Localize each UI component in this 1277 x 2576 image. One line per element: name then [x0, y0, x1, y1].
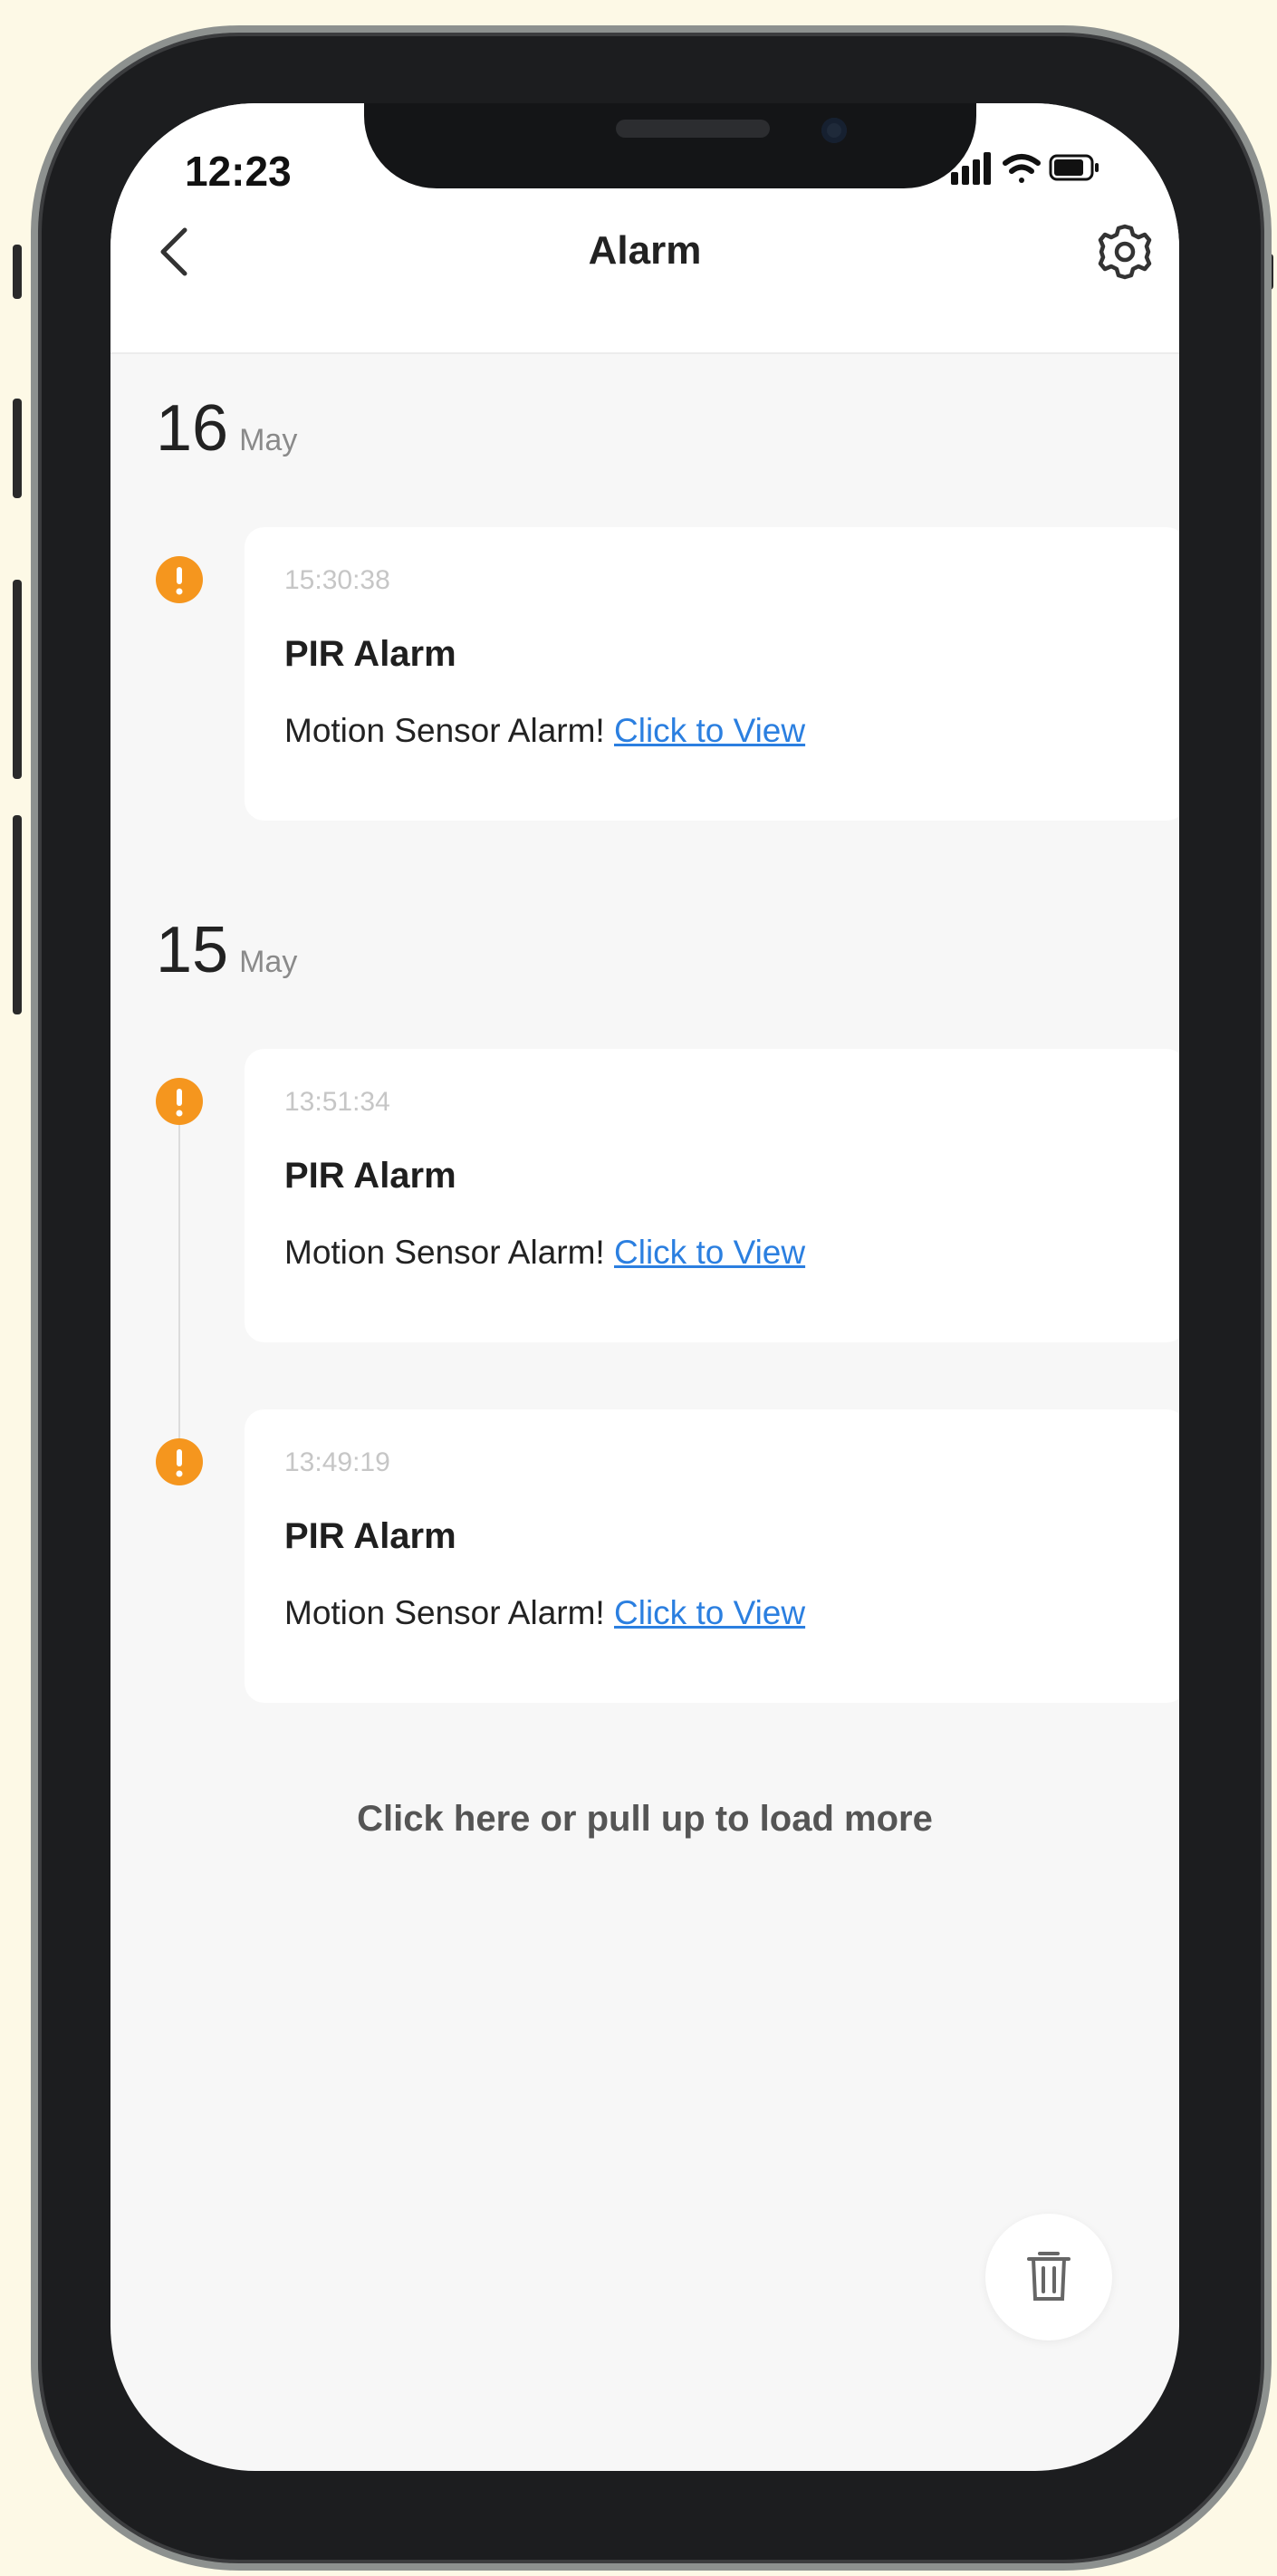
alarm-title: PIR Alarm — [284, 1156, 456, 1196]
alarm-message-text: Motion Sensor Alarm! — [284, 1234, 605, 1271]
alarm-time: 15:30:38 — [284, 565, 390, 595]
alarm-time: 13:49:19 — [284, 1447, 390, 1477]
gear-icon — [1098, 224, 1152, 280]
date-day: 15 — [156, 914, 229, 986]
signal-icon — [951, 152, 991, 185]
alarm-card[interactable]: 13:51:34 PIR Alarm Motion Sensor Alarm! … — [245, 1049, 1179, 1342]
alarm-card[interactable]: 15:30:38 PIR Alarm Motion Sensor Alarm! … — [245, 527, 1179, 821]
alarm-time: 13:51:34 — [284, 1087, 390, 1117]
date-day: 16 — [156, 392, 229, 465]
delete-button[interactable] — [985, 2214, 1112, 2341]
wifi-icon — [1003, 154, 1041, 183]
alarm-message: Motion Sensor Alarm! Click to View — [284, 1234, 805, 1272]
timeline-line — [178, 1100, 180, 1480]
click-to-view-link[interactable]: Click to View — [614, 712, 805, 749]
status-icons — [951, 149, 1105, 193]
date-header: 16 May — [156, 391, 297, 466]
speaker-grille — [616, 120, 770, 138]
page-title: Alarm — [588, 228, 702, 273]
phone-volume-up — [13, 399, 22, 498]
date-header: 15 May — [156, 913, 297, 987]
phone-frame: 12:23 Alarm 16 May 15:30:38 PIR Alarm Mo… — [31, 25, 1272, 2571]
battery-icon — [1049, 154, 1099, 181]
load-more-button[interactable]: Click here or pull up to load more — [110, 1799, 1179, 1840]
date-month: May — [239, 945, 298, 979]
front-camera — [821, 118, 847, 143]
alarm-message-text: Motion Sensor Alarm! — [284, 712, 605, 749]
alarm-message: Motion Sensor Alarm! Click to View — [284, 712, 805, 750]
notch — [364, 103, 976, 188]
alarm-message: Motion Sensor Alarm! Click to View — [284, 1594, 805, 1632]
trash-icon — [1027, 2252, 1071, 2301]
exclamation-circle-icon — [156, 1438, 203, 1485]
alarm-message-text: Motion Sensor Alarm! — [284, 1594, 605, 1631]
alarm-title: PIR Alarm — [284, 634, 456, 674]
exclamation-circle-icon — [156, 556, 203, 603]
app-screen: 12:23 Alarm 16 May 15:30:38 PIR Alarm Mo… — [110, 103, 1179, 2471]
exclamation-circle-icon — [156, 1078, 203, 1125]
alarm-card[interactable]: 13:49:19 PIR Alarm Motion Sensor Alarm! … — [245, 1409, 1179, 1703]
settings-button[interactable] — [1089, 216, 1161, 288]
phone-volume-down-2 — [13, 815, 22, 1014]
alarm-title: PIR Alarm — [284, 1516, 456, 1556]
phone-silent-switch — [13, 245, 22, 299]
top-bar: 12:23 Alarm — [110, 103, 1179, 354]
click-to-view-link[interactable]: Click to View — [614, 1594, 805, 1631]
date-month: May — [239, 423, 298, 457]
status-time: 12:23 — [185, 148, 292, 195]
click-to-view-link[interactable]: Click to View — [614, 1234, 805, 1271]
phone-volume-down — [13, 580, 22, 779]
